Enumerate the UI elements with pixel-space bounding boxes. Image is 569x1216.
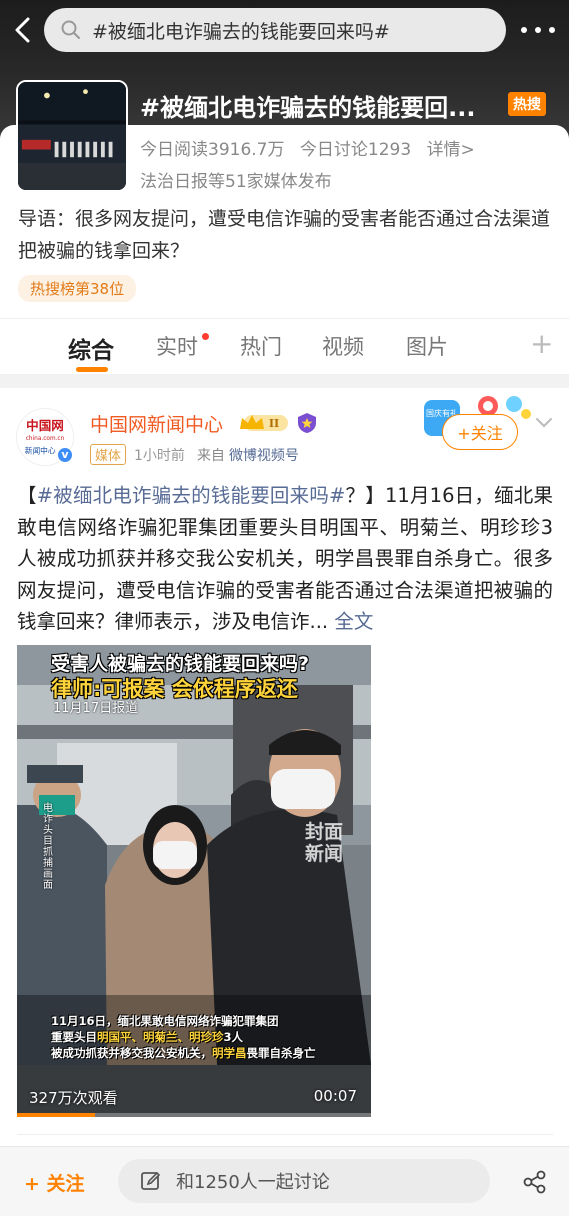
share-icon[interactable] bbox=[522, 1169, 548, 1195]
hot-badge: 热搜 bbox=[508, 92, 546, 116]
follow-button[interactable]: +关注 bbox=[442, 414, 518, 450]
tab-realtime[interactable]: 实时 bbox=[156, 331, 198, 361]
post-source-prefix: 来自 bbox=[196, 447, 225, 464]
back-arrow-icon[interactable] bbox=[8, 12, 40, 48]
topic-stats: 今日阅读3916.7万 今日讨论1293 详情> bbox=[140, 135, 485, 160]
tab-hot[interactable]: 热门 bbox=[240, 331, 282, 361]
section-divider bbox=[0, 374, 569, 388]
tab-comprehensive[interactable]: 综合 bbox=[68, 331, 114, 365]
video-caption-line3-name: 明学昌 bbox=[212, 1046, 247, 1060]
video-progress-fill bbox=[17, 1113, 95, 1117]
topic-intro: 导语：很多网友提问，遭受电信诈骗的受害者能否通过合法渠道把被骗的钱拿回来？ bbox=[18, 208, 551, 262]
author-name[interactable]: 中国网新闻中心 bbox=[90, 410, 223, 437]
discussion-count: 今日讨论1293 bbox=[299, 140, 412, 160]
video-caption-line3-suffix: 畏罪自杀身亡 bbox=[246, 1046, 316, 1060]
tab-bar: 综合 实时 热门 视频 图片 + bbox=[0, 318, 569, 374]
video-caption-line2-names: 明国平、明菊兰、明珍珍 bbox=[97, 1030, 224, 1044]
video-caption: 11月16日，缅北果敢电信网络诈骗犯罪集团 重要头目明国平、明菊兰、明珍珍3人 … bbox=[51, 1013, 371, 1061]
video-date: 11月17日报道 bbox=[53, 701, 139, 716]
post-meta: 媒体 1小时前 来自 微博视频号 bbox=[90, 444, 299, 465]
active-tab-indicator bbox=[76, 367, 108, 372]
video-view-count: 327万次观看 bbox=[29, 1089, 118, 1107]
post-text-open: 【 bbox=[17, 484, 37, 507]
post-source-app[interactable]: 微博视频号 bbox=[229, 445, 299, 465]
video-watermark: 封面新闻 bbox=[305, 821, 344, 865]
verified-icon: v bbox=[56, 446, 74, 464]
topic-thumbnail bbox=[16, 80, 128, 192]
comment-input[interactable]: 和1250人一起讨论 bbox=[118, 1159, 490, 1203]
video-caption-line2-prefix: 重要头目 bbox=[51, 1030, 97, 1044]
media-tag: 媒体 bbox=[90, 444, 127, 465]
details-link[interactable]: 详情> bbox=[427, 140, 475, 160]
video-player[interactable]: 受害人被骗去的钱能要回来吗? 律师:可报案 会依程序返还 11月17日报道 电诈… bbox=[17, 645, 371, 1117]
video-headline: 受害人被骗去的钱能要回来吗? bbox=[51, 653, 310, 675]
video-side-label: 电诈头目抓捕画面 bbox=[43, 803, 53, 891]
video-duration: 00:07 bbox=[313, 1087, 357, 1105]
avatar-logo-text: 中国网 bbox=[26, 418, 64, 433]
tab-images[interactable]: 图片 bbox=[406, 331, 448, 361]
add-tab-icon[interactable]: + bbox=[530, 327, 553, 360]
avatar-logo-subtitle: 新闻中心 bbox=[25, 445, 56, 455]
tab-video[interactable]: 视频 bbox=[322, 331, 364, 361]
post-hashtag[interactable]: #被缅北电诈骗去的钱能要回来吗# bbox=[37, 484, 346, 507]
post-text: 【#被缅北电诈骗去的钱能要回来吗#？】11月16日，缅北果敢电信网络诈骗犯罪集团… bbox=[17, 480, 553, 638]
video-caption-line3-prefix: 被成功抓获并移交我公安机关， bbox=[51, 1046, 212, 1060]
search-query: #被缅北电诈骗去的钱能要回来吗# bbox=[92, 20, 390, 43]
bottom-action-bar: + 关注 和1250人一起讨论 bbox=[0, 1146, 569, 1216]
hot-rank-chip[interactable]: 热搜榜第38位 bbox=[18, 275, 137, 302]
video-caption-line1: 11月16日，缅北果敢电信网络诈骗犯罪集团 bbox=[51, 1014, 279, 1028]
full-text-link[interactable]: 全文 bbox=[334, 610, 373, 633]
read-count: 今日阅读3916.7万 bbox=[140, 140, 285, 160]
search-icon bbox=[61, 20, 80, 39]
shield-icon bbox=[298, 413, 316, 433]
post-time: 1小时前 bbox=[134, 447, 185, 464]
notification-dot bbox=[202, 333, 209, 340]
comment-placeholder: 和1250人一起讨论 bbox=[176, 1172, 330, 1193]
avatar-logo-url: china.com.cn bbox=[26, 436, 65, 442]
chevron-down-icon[interactable] bbox=[534, 416, 554, 430]
topic-title: #被缅北电诈骗去的钱能要回... bbox=[140, 94, 476, 122]
edit-icon bbox=[141, 1171, 161, 1190]
video-progress-bar[interactable] bbox=[17, 1113, 371, 1117]
video-caption-line2-suffix: 3人 bbox=[223, 1030, 244, 1044]
post-divider bbox=[17, 1134, 553, 1135]
search-bar[interactable]: #被缅北电诈骗去的钱能要回来吗# bbox=[44, 8, 506, 52]
svg-text:II: II bbox=[269, 417, 279, 430]
crown-icon: II bbox=[240, 415, 288, 431]
follow-topic-button[interactable]: + 关注 bbox=[24, 1169, 85, 1196]
more-icon[interactable] bbox=[521, 16, 555, 44]
topic-publisher: 法治日报等51家媒体发布 bbox=[140, 172, 332, 192]
